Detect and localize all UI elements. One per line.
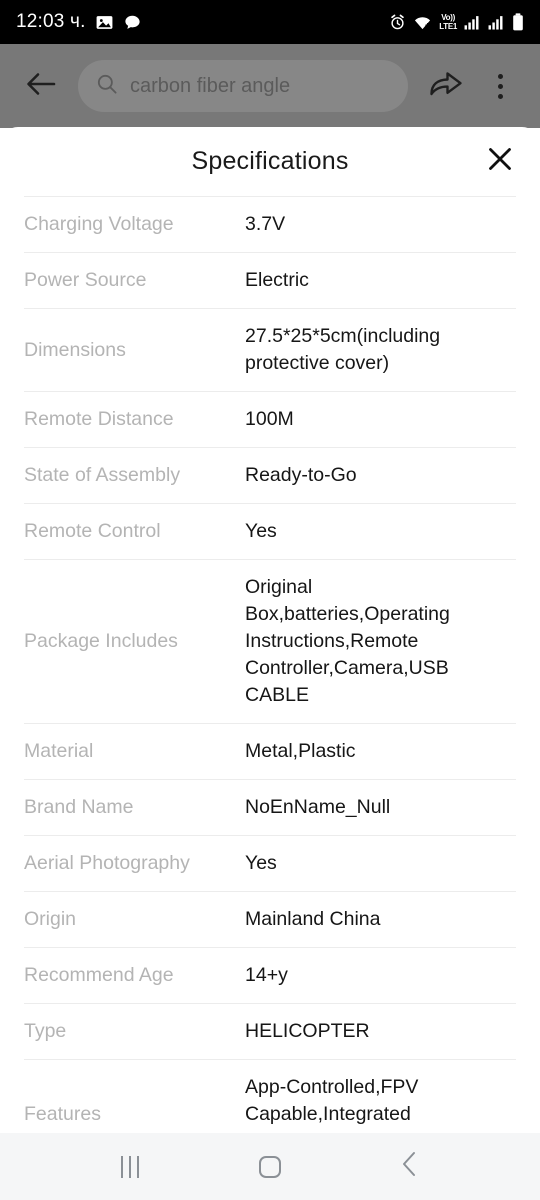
status-bar-left: 12:03 ч. <box>16 11 142 33</box>
spec-label: Recommend Age <box>24 964 174 986</box>
table-row: Type HELICOPTER <box>24 1003 516 1059</box>
spec-label: Remote Distance <box>24 408 174 430</box>
spec-label: Power Source <box>24 269 147 291</box>
search-input[interactable]: carbon fiber angle <box>78 60 408 112</box>
spec-value: 27.5*25*5cm(including protective cover) <box>245 325 441 374</box>
more-options-button[interactable] <box>478 63 522 109</box>
table-row: Charging Voltage 3.7V <box>24 196 516 252</box>
spec-label: Origin <box>24 908 77 930</box>
spec-label: Aerial Photography <box>24 852 190 874</box>
table-row: Brand Name NoEnName_Null <box>24 779 516 835</box>
spec-value: Yes <box>245 852 277 874</box>
recents-icon <box>121 1155 139 1178</box>
overflow-menu-icon <box>497 73 503 99</box>
table-row: Material Metal,Plastic <box>24 723 516 779</box>
back-arrow-icon <box>25 69 57 104</box>
spec-value: Mainland China <box>245 908 381 930</box>
alarm-icon <box>389 14 406 31</box>
spec-value: Electric <box>245 269 309 291</box>
table-row: Remote Control Yes <box>24 503 516 559</box>
photo-icon <box>95 13 114 32</box>
spec-value: App-Controlled,FPV Capable,Integrated Ca… <box>245 1076 419 1133</box>
volte-bottom-label: LTE1 <box>439 21 457 31</box>
spec-label: Dimensions <box>24 338 126 361</box>
table-row: Recommend Age 14+y <box>24 947 516 1003</box>
spec-label: Brand Name <box>24 796 134 818</box>
spec-value: HELICOPTER <box>245 1020 370 1042</box>
page-title: Specifications <box>191 147 349 175</box>
specifications-sheet: Specifications Charging Voltage 3.7V Pow… <box>0 127 540 1133</box>
table-row: Origin Mainland China <box>24 891 516 947</box>
signal-2-icon <box>488 15 505 30</box>
system-back-button[interactable] <box>375 1141 445 1193</box>
signal-1-icon <box>464 15 481 30</box>
table-row: Package Includes Original Box,batteries,… <box>24 559 516 723</box>
share-button[interactable] <box>424 63 468 109</box>
table-row: State of Assembly Ready-to-Go <box>24 447 516 503</box>
volte-icon: Vo)) LTE1 <box>439 12 457 31</box>
status-time: 12:03 ч. <box>16 11 86 32</box>
android-navigation-bar <box>0 1133 540 1200</box>
volte-top-label: Vo)) <box>441 12 455 22</box>
table-row: Power Source Electric <box>24 252 516 308</box>
table-row: Features App-Controlled,FPV Capable,Inte… <box>24 1059 516 1133</box>
specifications-list: Charging Voltage 3.7V Power Source Elect… <box>0 196 540 1133</box>
sheet-header: Specifications <box>0 127 540 196</box>
spec-label: Type <box>24 1020 67 1042</box>
close-button[interactable] <box>478 140 522 184</box>
search-query-text: carbon fiber angle <box>130 74 291 97</box>
chat-bubble-icon <box>123 13 142 32</box>
back-button[interactable] <box>18 63 64 109</box>
home-icon <box>259 1155 281 1178</box>
table-row: Remote Distance 100M <box>24 391 516 447</box>
battery-icon <box>512 13 524 31</box>
spec-value: Yes <box>245 520 277 542</box>
share-arrow-icon <box>429 69 463 104</box>
search-icon <box>96 73 118 100</box>
spec-label: Remote Control <box>24 520 161 542</box>
spec-value: Metal,Plastic <box>245 740 356 762</box>
recents-button[interactable] <box>95 1141 165 1193</box>
app-toolbar: carbon fiber angle <box>0 44 540 128</box>
spec-label: Material <box>24 740 94 762</box>
close-icon <box>486 145 514 178</box>
spec-value: 3.7V <box>245 213 286 235</box>
spec-label: Charging Voltage <box>24 213 174 235</box>
home-button[interactable] <box>235 1141 305 1193</box>
spec-label: Package Includes <box>24 630 178 652</box>
spec-value: 100M <box>245 408 294 430</box>
spec-value: NoEnName_Null <box>245 796 391 818</box>
spec-label: State of Assembly <box>24 464 181 486</box>
table-row: Dimensions 27.5*25*5cm(including protect… <box>24 308 516 391</box>
spec-label: Features <box>24 1103 101 1125</box>
status-bar-right: Vo)) LTE1 <box>389 13 524 31</box>
spec-value: Ready-to-Go <box>245 464 357 486</box>
spec-value: Original Box,batteries,Operating Instruc… <box>245 576 450 706</box>
chevron-left-icon <box>400 1151 420 1182</box>
table-row: Aerial Photography Yes <box>24 835 516 891</box>
wifi-icon <box>413 14 432 31</box>
status-bar: 12:03 ч. Vo)) LTE1 <box>0 0 540 44</box>
spec-value: 14+y <box>245 964 288 986</box>
